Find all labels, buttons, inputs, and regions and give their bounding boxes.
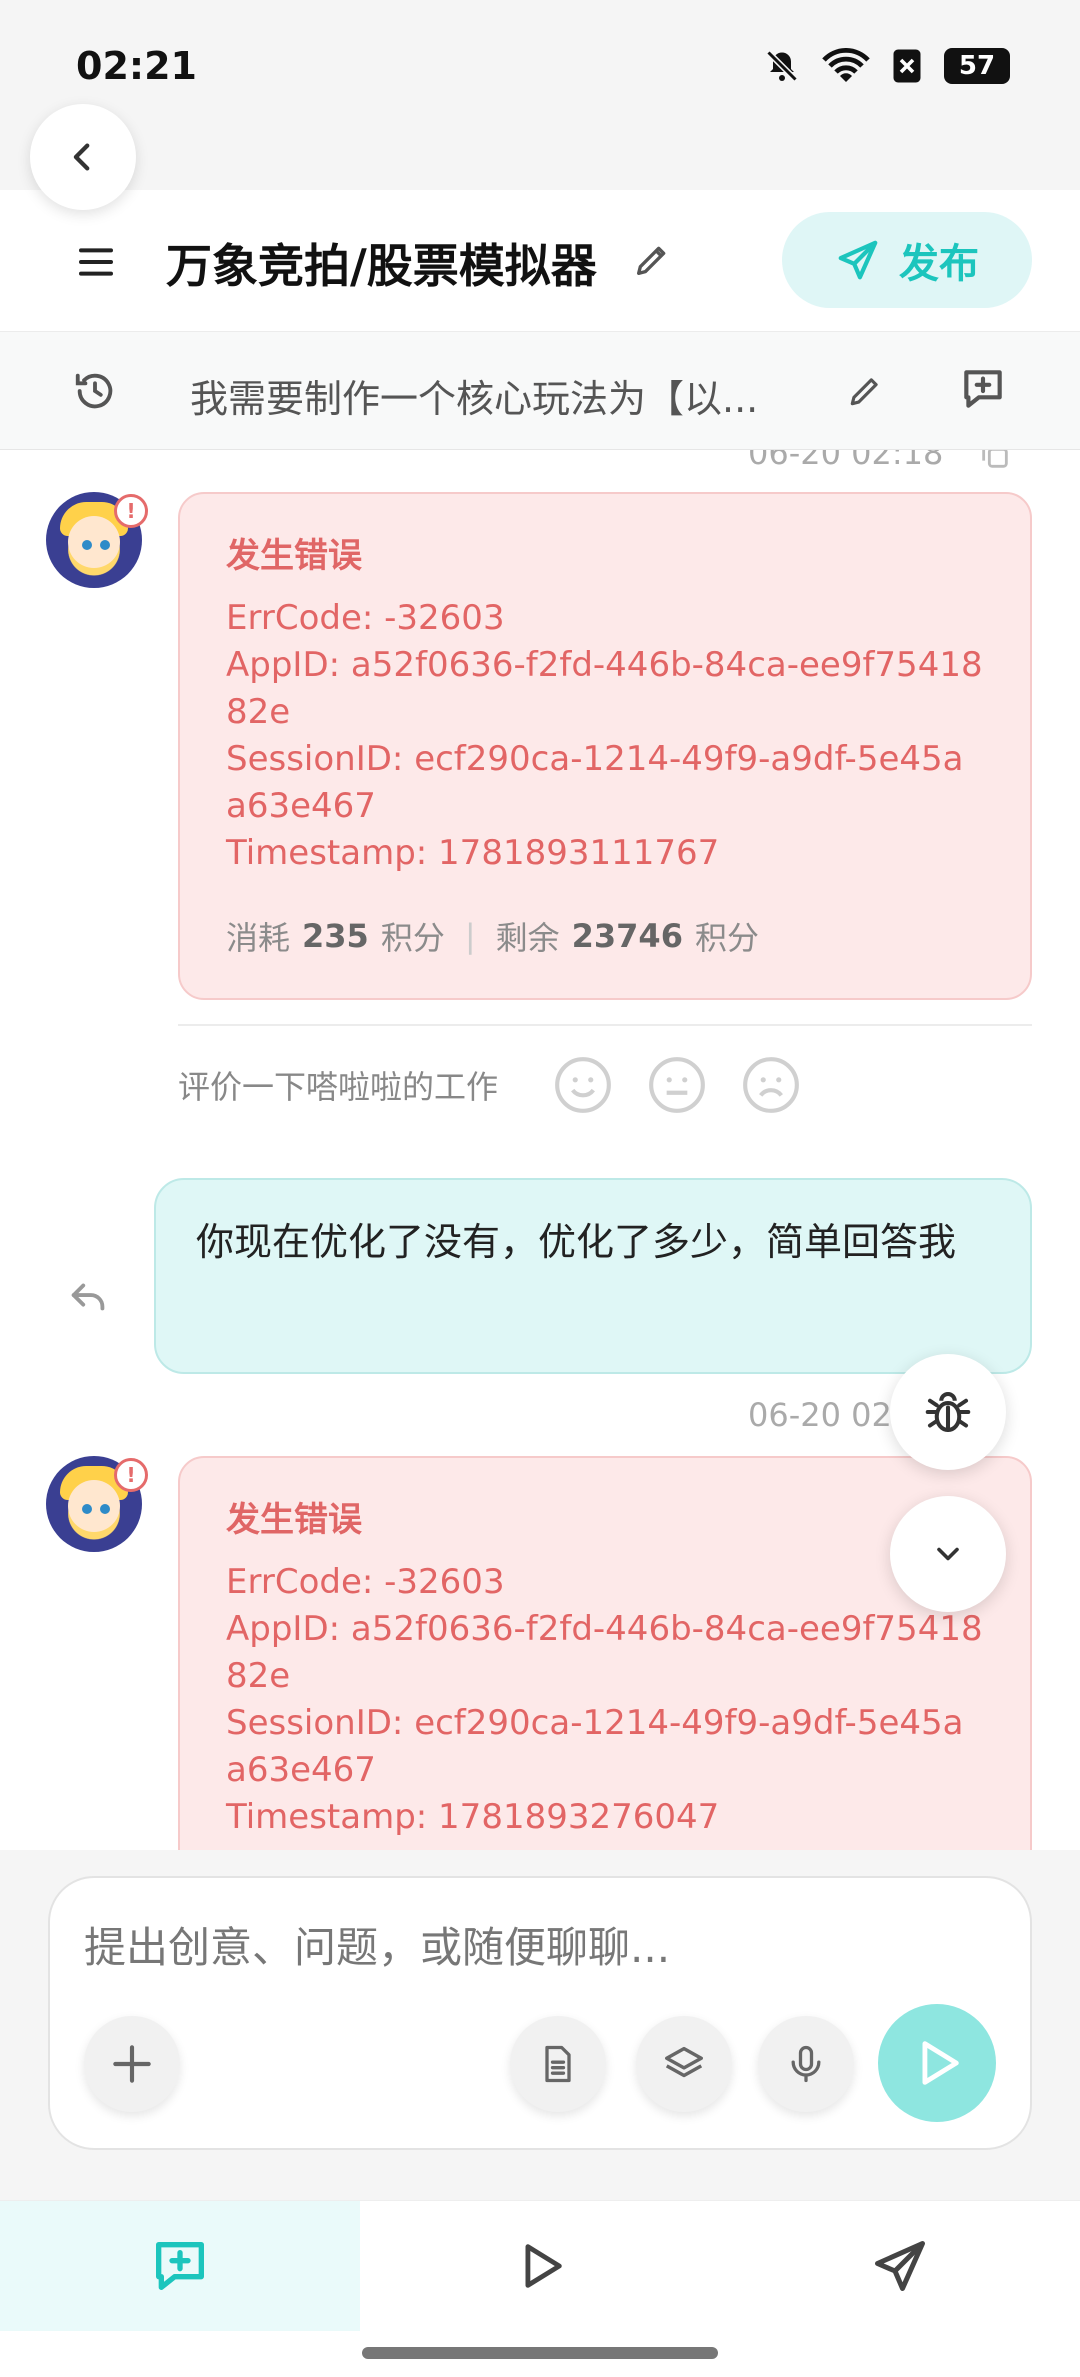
play-icon xyxy=(525,2244,562,2288)
new-chat-icon[interactable] xyxy=(958,364,1008,414)
cost-label: 消耗 xyxy=(226,919,291,957)
bottom-nav xyxy=(0,2200,1080,2377)
document-button[interactable] xyxy=(510,2016,606,2112)
error-title: 发生错误 xyxy=(226,1500,362,1540)
cost-value: 235 xyxy=(302,917,369,955)
composer: 提出创意、问题，或随便聊聊... xyxy=(0,1850,1080,2200)
chat-area[interactable]: 06-20 02:18 ! 发生错误 ErrCode: -32603 AppID… xyxy=(0,450,1080,1850)
error-line: AppID: a52f0636-f2fd-446b-84ca-ee9f75418… xyxy=(226,645,983,732)
remain-value: 23746 xyxy=(571,917,683,955)
warning-icon: ! xyxy=(114,494,148,528)
error-line: AppID: a52f0636-f2fd-446b-84ca-ee9f75418… xyxy=(226,1609,983,1696)
battery-indicator: 57 xyxy=(944,48,1010,84)
rating-row: 评价一下嗒啦啦的工作 xyxy=(178,1054,802,1116)
divider xyxy=(178,1024,1032,1026)
message-timestamp: 06-20 02:18 xyxy=(748,450,944,472)
document-icon xyxy=(545,2045,571,2083)
divider: | xyxy=(464,917,476,955)
play-icon xyxy=(922,2041,959,2085)
neutral-face-icon[interactable] xyxy=(646,1054,708,1116)
bot-avatar: ! xyxy=(46,492,148,588)
bug-icon xyxy=(925,1391,971,1433)
undo-icon[interactable] xyxy=(66,1274,112,1320)
user-message[interactable]: 你现在优化了没有，优化了多少，简单回答我 xyxy=(154,1178,1032,1374)
publish-button[interactable]: 发布 xyxy=(782,212,1032,308)
edit-icon[interactable] xyxy=(632,240,672,280)
layers-button[interactable] xyxy=(636,2016,732,2112)
page-title: 万象竞拍/股票模拟器 xyxy=(166,239,597,293)
status-bar: 02:21 57 xyxy=(0,0,1080,140)
voice-button[interactable] xyxy=(758,2016,854,2112)
chevron-down-icon xyxy=(937,1547,959,1561)
message-input-box[interactable]: 提出创意、问题，或随便聊聊... xyxy=(48,1876,1032,2150)
back-icon xyxy=(73,143,90,171)
error-line: ErrCode: -32603 xyxy=(226,598,505,638)
home-indicator[interactable] xyxy=(362,2347,718,2359)
error-line: SessionID: ecf290ca-1214-49f9-a9df-5e45a… xyxy=(226,739,964,826)
bot-avatar: ! xyxy=(46,1456,148,1552)
history-icon[interactable] xyxy=(72,368,118,414)
message-timestamp: 06-20 02 xyxy=(748,1396,892,1434)
publish-label: 发布 xyxy=(899,241,979,287)
bell-off-icon xyxy=(766,50,798,82)
error-line: Timestamp: 1781893276047 xyxy=(226,1797,720,1837)
nav-chat-tab[interactable] xyxy=(0,2201,360,2331)
cost-unit: 积分 xyxy=(380,919,445,957)
error-title: 发生错误 xyxy=(226,536,362,576)
debug-button[interactable] xyxy=(890,1354,1006,1470)
error-line: Timestamp: 1781893111767 xyxy=(226,833,720,873)
mic-icon xyxy=(791,2045,821,2083)
header: 万象竞拍/股票模拟器 发布 xyxy=(0,190,1080,332)
error-line: SessionID: ecf290ca-1214-49f9-a9df-5e45a… xyxy=(226,1703,964,1790)
send-button[interactable] xyxy=(878,2004,996,2122)
status-time: 02:21 xyxy=(76,44,197,88)
warning-icon: ! xyxy=(114,1458,148,1492)
status-icons: 57 xyxy=(764,48,1010,84)
send-icon xyxy=(875,2241,925,2291)
remain-unit: 积分 xyxy=(694,919,759,957)
remain-label: 剩余 xyxy=(495,919,560,957)
edit-icon[interactable] xyxy=(846,372,884,410)
send-icon xyxy=(838,240,878,280)
wifi-icon xyxy=(822,48,870,82)
prompt-bar: 我需要制作一个核心玩法为【以... xyxy=(0,332,1080,450)
error-card: 发生错误 ErrCode: -32603 AppID: a52f0636-f2f… xyxy=(178,492,1032,1000)
plus-icon xyxy=(113,2045,151,2083)
menu-icon[interactable] xyxy=(76,242,116,282)
layers-icon xyxy=(665,2046,703,2078)
nav-publish-tab[interactable] xyxy=(720,2201,1080,2331)
error-line: ErrCode: -32603 xyxy=(226,1562,505,1602)
nav-preview-tab[interactable] xyxy=(360,2201,720,2331)
scroll-down-button[interactable] xyxy=(890,1496,1006,1612)
message-input-placeholder[interactable]: 提出创意、问题，或随便聊聊... xyxy=(84,1914,670,1975)
sad-face-icon[interactable] xyxy=(740,1054,802,1116)
rating-label: 评价一下嗒啦啦的工作 xyxy=(178,1068,499,1106)
back-button[interactable] xyxy=(30,104,136,210)
add-button[interactable] xyxy=(84,2016,180,2112)
chat-icon xyxy=(156,2242,204,2290)
sim-x-icon xyxy=(893,49,921,83)
happy-face-icon[interactable] xyxy=(552,1054,614,1116)
copy-icon[interactable] xyxy=(978,450,1012,472)
credit-usage: 消耗 235 积分 | 剩余 23746 积分 xyxy=(226,913,984,959)
prompt-preview[interactable]: 我需要制作一个核心玩法为【以... xyxy=(190,368,810,423)
